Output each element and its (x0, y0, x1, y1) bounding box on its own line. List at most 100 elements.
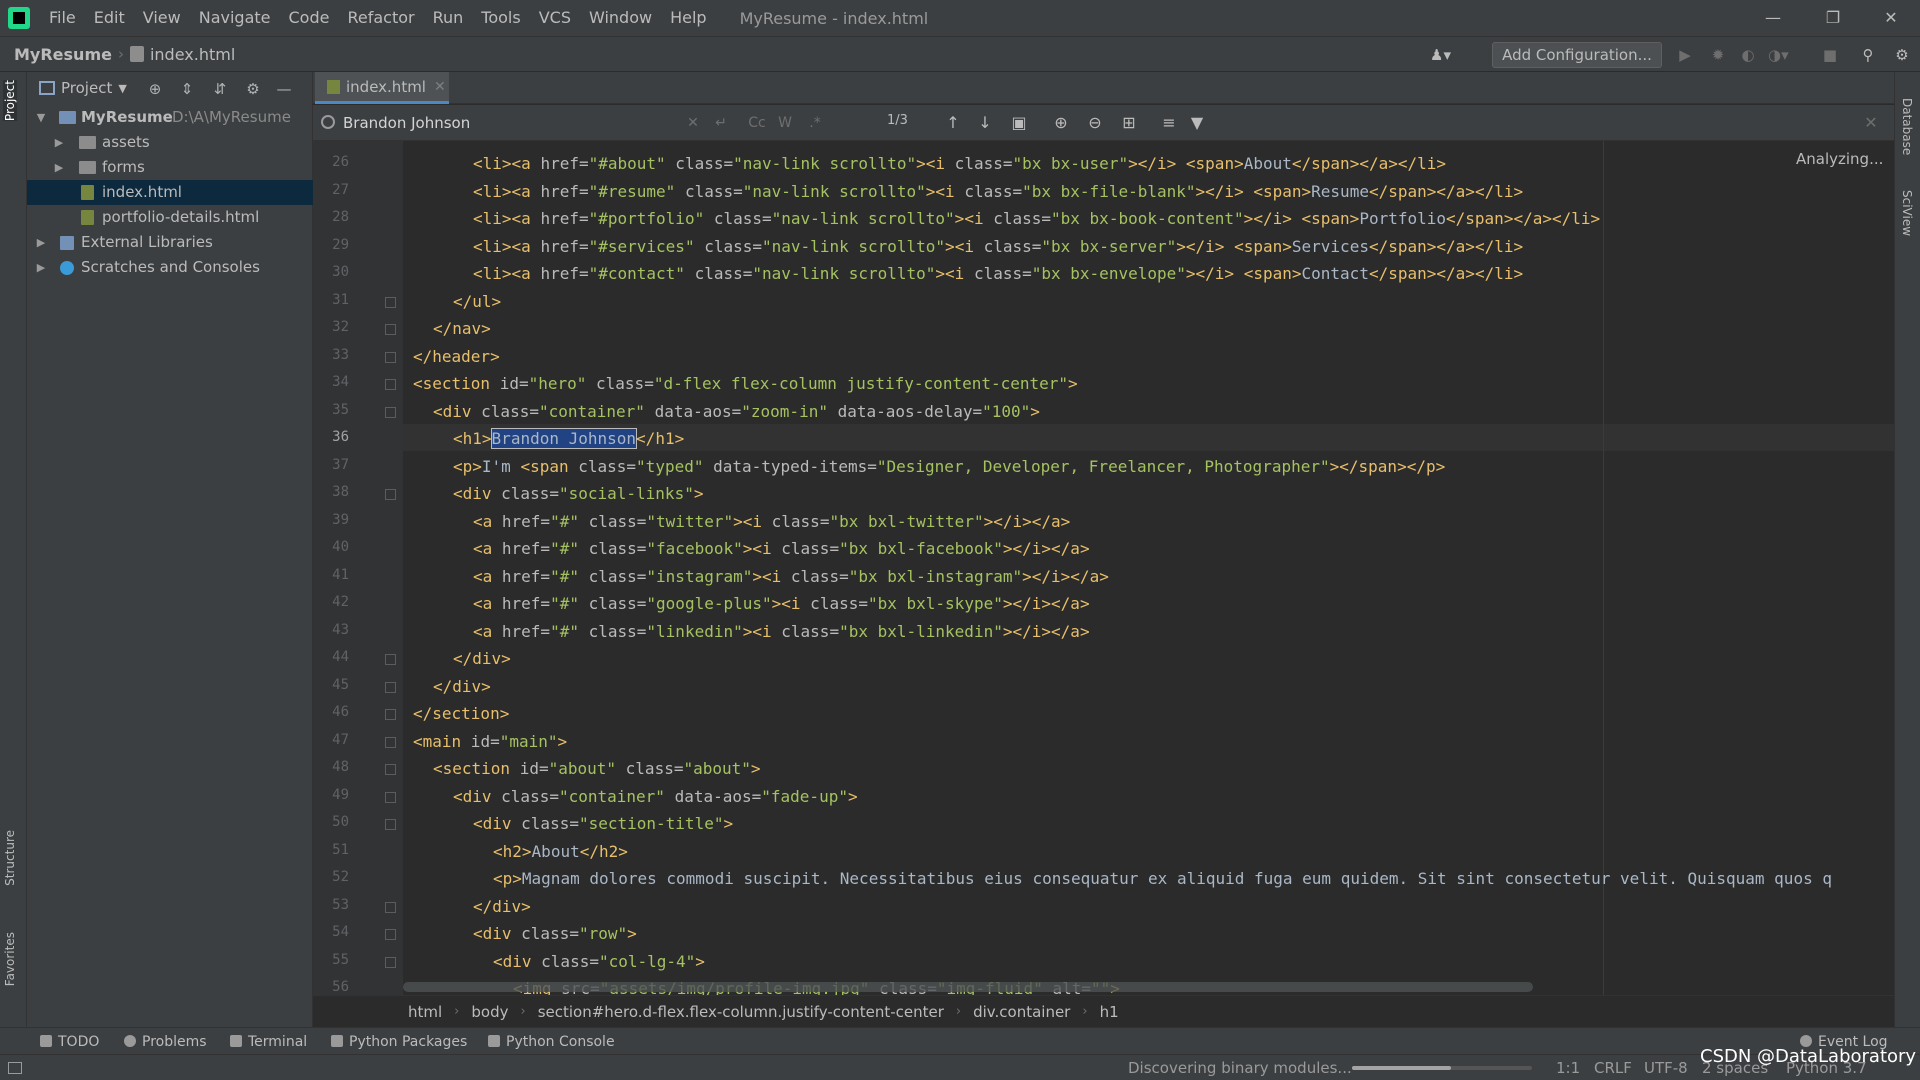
breadcrumb-project[interactable]: MyResume (14, 45, 112, 64)
debug-icon[interactable]: ✹ (1708, 45, 1728, 65)
horizontal-scrollbar-thumb[interactable] (403, 982, 1533, 992)
code-line[interactable]: <li><a href="#portfolio" class="nav-link… (473, 205, 1600, 232)
code-line[interactable]: <div class="container" data-aos="fade-up… (453, 783, 858, 810)
pycharm-logo-icon[interactable] (8, 7, 30, 29)
code-line[interactable]: <h2>About</h2> (493, 838, 628, 865)
terminal-tool-button[interactable]: Terminal (230, 1032, 307, 1052)
code-line[interactable]: <a href="#" class="google-plus"><i class… (473, 590, 1090, 617)
tree-item-external-libraries[interactable]: ▶ External Libraries (27, 230, 313, 255)
code-line[interactable]: <li><a href="#services" class="nav-link … (473, 233, 1523, 260)
toggle-tool-windows-icon[interactable] (8, 1062, 22, 1074)
line-separator[interactable]: CRLF (1594, 1059, 1632, 1077)
fold-marker-icon[interactable] (385, 764, 396, 775)
clear-search-icon[interactable]: ✕ (683, 113, 703, 133)
structure-tool-tab[interactable]: Structure (3, 830, 17, 886)
previous-occurrence-icon[interactable]: ↑ (943, 113, 963, 133)
python-packages-tool-button[interactable]: Python Packages (331, 1032, 467, 1052)
fold-marker-icon[interactable] (385, 296, 396, 308)
fold-marker-icon[interactable] (385, 819, 396, 830)
chevron-down-icon[interactable]: ▼ (35, 105, 47, 130)
fold-marker-icon[interactable] (385, 791, 396, 803)
chevron-right-icon[interactable]: ▶ (53, 155, 65, 180)
expand-all-icon[interactable]: ⇕ (177, 79, 197, 99)
hide-panel-icon[interactable]: — (274, 79, 294, 99)
caret-position[interactable]: 1:1 (1556, 1059, 1580, 1077)
fold-marker-icon[interactable] (385, 956, 396, 968)
code-line[interactable]: <h1>Brandon Johnson</h1> (453, 425, 684, 452)
regex-toggle[interactable]: .* (805, 113, 825, 133)
code-line[interactable]: </nav> (433, 315, 491, 342)
breadcrumb-file[interactable]: index.html (150, 45, 235, 64)
code-line[interactable]: <p>Magnam dolores commodi suscipit. Nece… (493, 865, 1832, 892)
fold-marker-icon[interactable] (385, 324, 396, 335)
menu-item-tools[interactable]: Tools (472, 0, 529, 36)
sciview-tool-tab[interactable]: SciView (1900, 190, 1914, 236)
chevron-down-icon[interactable]: ▼ (118, 82, 126, 95)
coverage-icon[interactable]: ◐ (1738, 45, 1758, 65)
tree-item-index-html[interactable]: index.html (27, 180, 313, 205)
code-line[interactable]: <a href="#" class="facebook"><i class="b… (473, 535, 1090, 562)
next-occurrence-icon[interactable]: ↓ (975, 113, 995, 133)
code-line[interactable]: <a href="#" class="twitter"><i class="bx… (473, 508, 1070, 535)
todo-tool-button[interactable]: TODO (40, 1032, 99, 1052)
project-view-selector[interactable]: Project (61, 79, 112, 97)
stop-icon[interactable]: ■ (1820, 45, 1840, 65)
menu-item-file[interactable]: File (40, 0, 85, 36)
menu-item-navigate[interactable]: Navigate (190, 0, 280, 36)
filter-options-icon[interactable]: ≡ (1159, 113, 1179, 133)
breadcrumb-item[interactable]: div.container (973, 1003, 1070, 1021)
match-case-toggle[interactable]: Cc (745, 113, 769, 133)
code-line[interactable]: <section id="about" class="about"> (433, 755, 761, 782)
search-everywhere-icon[interactable]: ⚲ (1858, 45, 1878, 65)
close-window-icon[interactable]: ✕ (1863, 0, 1919, 36)
panel-settings-icon[interactable]: ⚙ (243, 79, 263, 99)
fold-marker-icon[interactable] (385, 351, 396, 363)
code-line[interactable]: <div class="container" data-aos="zoom-in… (433, 398, 1040, 425)
tree-item-portfolio-details-html[interactable]: portfolio-details.html (27, 205, 313, 230)
code-line[interactable]: </div> (433, 673, 491, 700)
tree-item-myresume[interactable]: ▼ MyResume D:\A\MyResume (27, 105, 313, 130)
code-line[interactable]: <div class="col-lg-4"> (493, 948, 705, 975)
profile-icon[interactable]: ◑▾ (1768, 45, 1789, 65)
file-encoding[interactable]: UTF-8 (1644, 1059, 1688, 1077)
menu-item-help[interactable]: Help (661, 0, 715, 36)
locate-file-icon[interactable]: ⊕ (145, 79, 165, 99)
tree-item-forms[interactable]: ▶ forms (27, 155, 313, 180)
tree-item-assets[interactable]: ▶ assets (27, 130, 313, 155)
menu-item-vcs[interactable]: VCS (530, 0, 580, 36)
run-icon[interactable]: ▶ (1675, 45, 1695, 65)
tree-item-scratches[interactable]: ▶ Scratches and Consoles (27, 255, 313, 280)
project-tool-tab[interactable]: Project (3, 80, 17, 122)
new-line-icon[interactable]: ↵ (711, 113, 731, 133)
tab-index-html[interactable]: index.html ✕ (315, 72, 449, 104)
code-line[interactable]: </header> (413, 343, 500, 370)
code-line[interactable]: <li><a href="#resume" class="nav-link sc… (473, 178, 1523, 205)
code-line[interactable]: <div class="row"> (473, 920, 637, 947)
search-input[interactable] (343, 111, 703, 135)
code-line[interactable]: </div> (473, 893, 531, 920)
menu-item-code[interactable]: Code (280, 0, 339, 36)
code-line[interactable]: </section> (413, 700, 509, 727)
code-line[interactable]: <section id="hero" class="d-flex flex-co… (413, 370, 1078, 397)
filter-icon[interactable]: ▼ (1187, 113, 1207, 133)
python-console-tool-button[interactable]: Python Console (488, 1032, 615, 1052)
code-line[interactable]: </ul> (453, 288, 501, 315)
chevron-right-icon[interactable]: ▶ (35, 230, 47, 255)
select-all-matches-icon[interactable]: ⊞ (1119, 113, 1139, 133)
menu-item-run[interactable]: Run (424, 0, 473, 36)
fold-marker-icon[interactable] (385, 406, 396, 418)
code-line[interactable]: <p>I'm <span class="typed" data-typed-it… (453, 453, 1445, 480)
close-tab-icon[interactable]: ✕ (434, 79, 446, 95)
code-line[interactable]: <div class="section-title"> (473, 810, 733, 837)
fold-marker-icon[interactable] (385, 379, 396, 390)
background-task-text[interactable]: Discovering binary modules... (1128, 1059, 1352, 1077)
menu-item-refactor[interactable]: Refactor (338, 0, 423, 36)
restore-icon[interactable]: ❐ (1805, 0, 1861, 36)
menu-item-edit[interactable]: Edit (85, 0, 134, 36)
fold-marker-icon[interactable] (385, 736, 396, 748)
settings-gear-icon[interactable]: ⚙ (1892, 45, 1912, 65)
breadcrumb-item[interactable]: html (408, 1003, 442, 1021)
problems-tool-button[interactable]: Problems (124, 1032, 207, 1052)
menu-item-view[interactable]: View (134, 0, 190, 36)
menu-item-window[interactable]: Window (580, 0, 661, 36)
